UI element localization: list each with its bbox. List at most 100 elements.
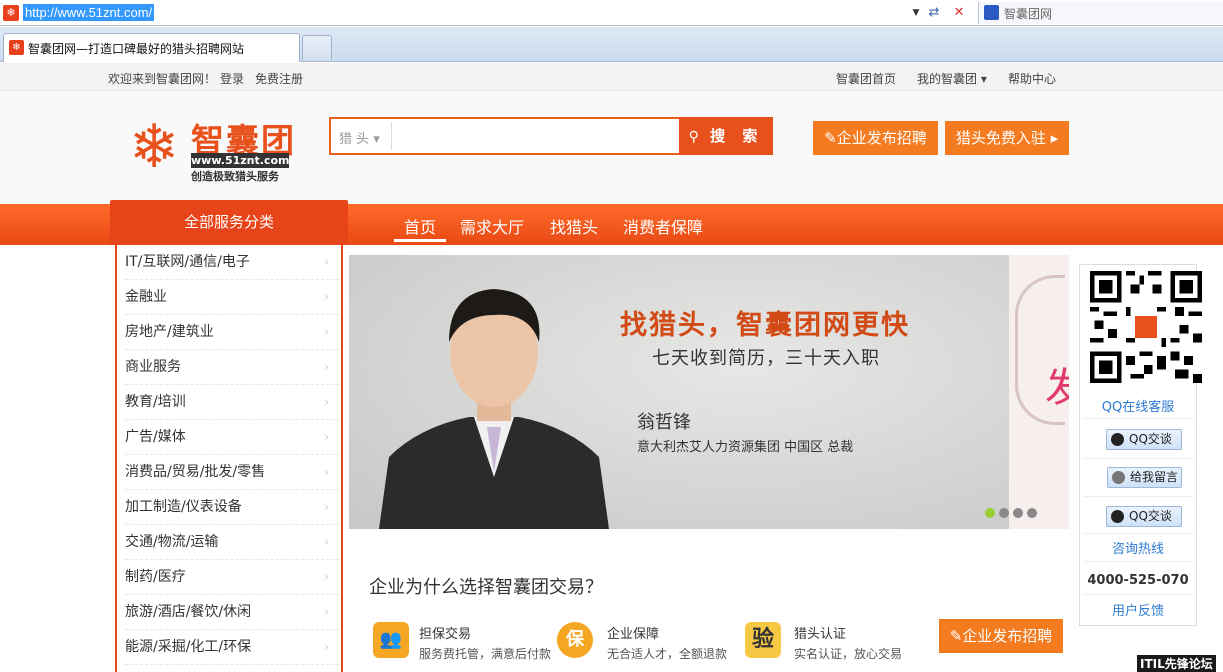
category-label: IT/互联网/通信/电子 [125, 254, 250, 270]
qq-chat-label: QQ交谈 [1129, 432, 1172, 446]
search-button[interactable]: ⚲ 搜 索 [679, 117, 773, 155]
shield-icon: 保 [557, 622, 593, 658]
search-divider [391, 122, 392, 150]
site-favicon-icon: ❄ [3, 5, 19, 21]
category-label: 消费品/贸易/批发/零售 [125, 464, 266, 480]
carousel-dot-3[interactable] [1013, 508, 1023, 518]
all-categories-title[interactable]: 全部服务分类 [110, 200, 348, 245]
browser-tab-active[interactable]: ❄ 智囊团网—打造口碑最好的猎头招聘网站 [3, 33, 300, 62]
register-link[interactable]: 免费注册 [255, 70, 303, 87]
category-item[interactable]: 加工制造/仪表设备 › [125, 490, 339, 525]
category-item[interactable]: 制药/医疗 › [125, 560, 339, 595]
leave-message-label: 给我留言 [1130, 470, 1179, 484]
nav-demand-hall[interactable]: 需求大厅 [460, 214, 524, 238]
login-link[interactable]: 登录 [220, 70, 244, 87]
category-item[interactable]: 金融业 › [125, 280, 339, 315]
logo-slogan: 创造极致猎头服务 [191, 170, 279, 183]
carousel-dot-2[interactable] [999, 508, 1009, 518]
hunter-join-button[interactable]: 猎头免费入驻 ▸ [945, 121, 1069, 155]
category-label: 制药/医疗 [125, 569, 186, 585]
category-item[interactable]: 能源/采掘/化工/环保 › [125, 630, 339, 665]
chevron-right-icon: › [324, 395, 329, 409]
feature-desc: 服务费托管，满意后付款 [419, 647, 552, 661]
handshake-icon: 👥 [373, 622, 409, 658]
browser-search-box[interactable]: 智囊团网 [978, 2, 1223, 24]
refresh-icon[interactable]: ⇄ [924, 3, 944, 23]
chevron-right-icon: › [324, 570, 329, 584]
feature-title: 企业保障 [607, 627, 660, 642]
post-job-button-2[interactable]: ✎企业发布招聘 [939, 619, 1063, 653]
qq-penguin-icon [1111, 510, 1124, 523]
qq-chat-button[interactable]: QQ交谈 [1106, 429, 1182, 450]
banner-subline: 七天收到简历，三十天入职 [652, 348, 880, 369]
user-feedback-link[interactable]: 用户反馈 [1079, 600, 1197, 619]
nav-consumer-protection[interactable]: 消费者保障 [623, 214, 703, 238]
category-label: 教育/培训 [125, 394, 186, 410]
chevron-right-icon: › [324, 535, 329, 549]
category-label: 旅游/酒店/餐饮/休闲 [125, 604, 252, 620]
search-icon: ⚲ [688, 129, 699, 145]
site-home-link[interactable]: 智囊团首页 [836, 70, 896, 87]
sidebar-divider [1083, 496, 1193, 497]
category-list: IT/互联网/通信/电子 › 金融业 › 房地产/建筑业 › 商业服务 › 教育/培训 ›… [115, 245, 343, 672]
chevron-right-icon: › [324, 605, 329, 619]
chevron-right-icon: › [324, 640, 329, 654]
browser-address-bar: ❄ http://www.51znt.com/ ▼ ⇄ ✕ 智囊团网 [0, 0, 1223, 26]
why-section-title: 企业为什么选择智囊团交易？ [369, 577, 603, 598]
address-input[interactable]: http://www.51znt.com/ [23, 4, 155, 21]
person-icon [1112, 471, 1125, 484]
category-item[interactable]: 房地产/建筑业 › [125, 315, 339, 350]
search-provider-label: 智囊团网 [1004, 7, 1053, 21]
stop-icon[interactable]: ✕ [949, 3, 969, 23]
qq-online-service-link[interactable]: QQ在线客服 [1079, 396, 1197, 415]
category-label: 房地产/建筑业 [125, 324, 214, 340]
category-item[interactable]: 广告/媒体 › [125, 420, 339, 455]
sidebar-divider [1083, 533, 1193, 534]
search-provider-icon [984, 5, 999, 20]
nav-find-hunter[interactable]: 找猎头 [550, 214, 598, 238]
qr-code-icon [1090, 271, 1202, 383]
feature-title: 猎头认证 [794, 627, 847, 642]
chevron-right-icon: › [324, 430, 329, 444]
category-label: 能源/采掘/化工/环保 [125, 639, 252, 655]
category-item[interactable]: 交通/物流/运输 › [125, 525, 339, 560]
chevron-right-icon: › [324, 500, 329, 514]
chevron-right-icon: › [324, 360, 329, 374]
tab-favicon-icon: ❄ [9, 40, 24, 55]
search-input[interactable] [397, 123, 671, 149]
feature-title: 担保交易 [419, 627, 472, 642]
chevron-right-icon: › [324, 290, 329, 304]
feature-desc: 实名认证，放心交易 [794, 647, 903, 661]
my-account-menu[interactable]: 我的智囊团 ▾ [917, 70, 987, 87]
search-type-dropdown[interactable]: 猎 头 ▾ [339, 128, 380, 147]
hero-banner[interactable] [349, 255, 1009, 529]
leave-message-button[interactable]: 给我留言 [1107, 467, 1182, 488]
category-item[interactable]: 旅游/酒店/餐饮/休闲 › [125, 595, 339, 630]
category-label: 商业服务 [125, 359, 181, 375]
site-top-bar: 欢迎来到智囊团网！ 登录 免费注册 智囊团首页 我的智囊团 ▾ 帮助中心 [0, 63, 1223, 91]
category-label: 广告/媒体 [125, 429, 186, 445]
hotline-label: 咨询热线 [1111, 542, 1164, 557]
help-center-link[interactable]: 帮助中心 [1008, 70, 1056, 87]
new-tab-button[interactable] [302, 35, 332, 60]
category-item[interactable]: IT/互联网/通信/电子 › [125, 245, 339, 280]
category-label: 交通/物流/运输 [125, 534, 219, 550]
category-item[interactable]: 消费品/贸易/批发/零售 › [125, 455, 339, 490]
hotline-number: 4000-525-070 [1087, 573, 1189, 588]
logo-snowflake-icon[interactable]: ❄ [125, 116, 183, 178]
banner-headline: 找猎头，智囊团网更快 [620, 310, 910, 341]
nav-home[interactable]: 首页 [404, 214, 436, 238]
carousel-dot-4[interactable] [1027, 508, 1037, 518]
sidebar-divider [1083, 458, 1193, 459]
category-item[interactable]: 教育/培训 › [125, 385, 339, 420]
browser-tab-bar: ❄ 智囊团网—打造口碑最好的猎头招聘网站 [0, 27, 1223, 62]
qq-chat-label: QQ交谈 [1129, 509, 1172, 523]
address-dropdown-icon[interactable]: ▼ [906, 3, 926, 23]
qq-chat-button-2[interactable]: QQ交谈 [1106, 506, 1182, 527]
carousel-dot-1[interactable] [985, 508, 995, 518]
decorative-glyph: 发 [1045, 365, 1069, 411]
sidebar-divider [1083, 561, 1193, 562]
post-job-button[interactable]: ✎企业发布招聘 [813, 121, 938, 155]
category-item[interactable]: 商业服务 › [125, 350, 339, 385]
sidebar-divider [1083, 418, 1193, 419]
